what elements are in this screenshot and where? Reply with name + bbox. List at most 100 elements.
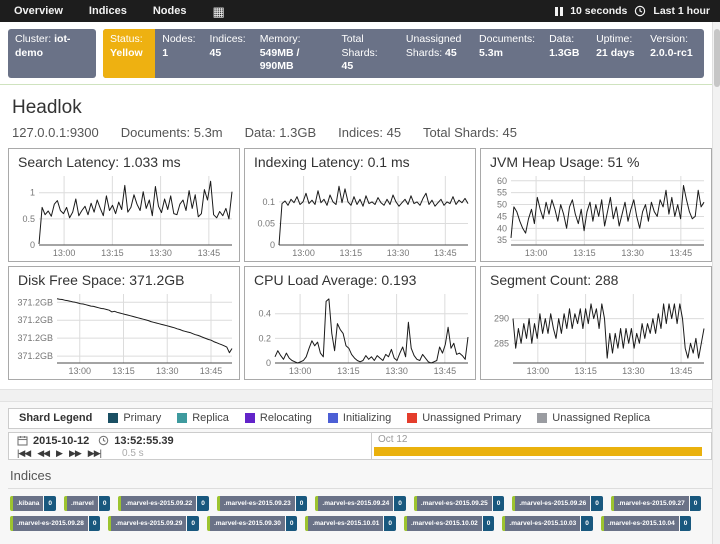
svg-text:13:00: 13:00 — [525, 248, 548, 258]
stat-value: Yellow — [110, 47, 143, 59]
shards-section: Shard Legend PrimaryReplicaRelocatingIni… — [0, 402, 720, 544]
cluster-stat-data: Data: 1.3GB — [542, 29, 589, 78]
svg-text:13:45: 13:45 — [670, 248, 693, 258]
chart-canvas-jvm-heap-usage: 35404550556013:0013:1513:3013:45 — [481, 170, 711, 260]
nav-tab-nodes[interactable]: Nodes — [153, 5, 187, 17]
horizontal-scroll-band[interactable] — [0, 389, 720, 402]
step-forward-button[interactable]: ▶▶ — [69, 448, 81, 459]
index-name: .marvel-es-2015.09.27 — [611, 496, 689, 511]
svg-text:0.1: 0.1 — [262, 197, 275, 207]
cluster-stat-status: Status: Yellow — [103, 29, 155, 78]
refresh-interval-button[interactable]: 10 seconds — [570, 5, 627, 17]
chart-title-indexing-latency: Indexing Latency: 0.1 ms — [245, 149, 475, 170]
index-name: .marvel-es-2015.09.24 — [315, 496, 393, 511]
index-badge-marvel-es-2015.09.30[interactable]: .marvel-es-2015.09.300 — [207, 516, 297, 531]
index-badge-marvel-es-2015.10.02[interactable]: .marvel-es-2015.10.020 — [404, 516, 494, 531]
nav-tab-indices[interactable]: Indices — [89, 5, 127, 17]
chart-title-segment-count: Segment Count: 288 — [481, 267, 711, 288]
index-badge-marvel-es-2015.09.23[interactable]: .marvel-es-2015.09.230 — [217, 496, 307, 511]
legend-item-unassigned-replica: Unassigned Replica — [537, 412, 650, 424]
skip-to-start-button[interactable]: |◀◀ — [17, 448, 30, 459]
svg-text:55: 55 — [497, 188, 507, 198]
node-stat-total-shards: Total Shards: 45 — [423, 125, 517, 140]
vertical-scrollbar[interactable] — [712, 22, 720, 544]
index-badge-marvel-es-2015.10.01[interactable]: .marvel-es-2015.10.010 — [305, 516, 395, 531]
svg-text:0.4: 0.4 — [258, 309, 271, 319]
index-name: .marvel-es-2015.09.22 — [118, 496, 196, 511]
node-stat-indices: Indices: 45 — [338, 125, 401, 140]
shard-legend-items: PrimaryReplicaRelocatingInitializingUnas… — [108, 412, 650, 424]
cluster-stats-box: Status: YellowNodes: 1Indices: 45Memory:… — [103, 29, 704, 78]
stat-label: Indices: — [210, 33, 246, 45]
index-badge-marvel-es-2015.09.24[interactable]: .marvel-es-2015.09.240 — [315, 496, 405, 511]
svg-text:45: 45 — [497, 211, 507, 221]
time-range-button[interactable]: Last 1 hour — [653, 5, 710, 17]
scrubber-time[interactable]: 13:52:55.39 — [114, 435, 173, 447]
scrollbar-thumb[interactable] — [714, 29, 720, 87]
playback-speed[interactable]: 0.5 s — [122, 448, 144, 459]
svg-text:13:00: 13:00 — [53, 248, 76, 258]
cluster-stat-memory: Memory: 549MB / 990MB — [253, 29, 335, 78]
svg-text:290: 290 — [494, 314, 509, 324]
node-stat-documents: Documents: 5.3m — [121, 125, 223, 140]
play-button[interactable]: ▶ — [56, 448, 62, 459]
stat-label: Uptime: — [596, 33, 632, 45]
svg-text:13:45: 13:45 — [198, 248, 221, 258]
svg-text:1: 1 — [30, 188, 35, 198]
pause-button[interactable] — [555, 7, 563, 16]
cluster-stat-unassigned-shards: Unassigned Shards: 45 — [399, 29, 472, 78]
svg-text:13:30: 13:30 — [149, 248, 172, 258]
index-badge-marvel-es-2015.09.29[interactable]: .marvel-es-2015.09.290 — [108, 516, 198, 531]
svg-text:13:45: 13:45 — [434, 366, 457, 376]
svg-text:13:00: 13:00 — [292, 248, 315, 258]
index-name: .marvel — [64, 496, 98, 511]
cluster-stat-version: Version: 2.0.0-rc1 — [643, 29, 704, 78]
legend-swatch-icon — [177, 413, 187, 423]
stat-label: Total Shards: — [342, 33, 378, 59]
apps-grid-icon[interactable]: ▦ — [212, 5, 224, 18]
stat-label: Memory: — [260, 33, 301, 45]
svg-text:13:45: 13:45 — [434, 248, 457, 258]
index-badge-marvel-es-2015.10.04[interactable]: .marvel-es-2015.10.040 — [601, 516, 691, 531]
legend-swatch-icon — [328, 413, 338, 423]
time-scrubber: 2015-10-12 13:52:55.39 |◀◀◀◀▶▶▶▶▶| 0.5 s… — [8, 432, 712, 460]
index-name: .marvel-es-2015.10.04 — [601, 516, 679, 531]
index-badge-marvel-es-2015.09.26[interactable]: .marvel-es-2015.09.260 — [512, 496, 602, 511]
index-badge-marvel-es-2015.10.03[interactable]: .marvel-es-2015.10.030 — [502, 516, 592, 531]
index-shard-count: 0 — [680, 516, 692, 531]
index-shard-count: 0 — [296, 496, 308, 511]
nav-tab-overview[interactable]: Overview — [14, 5, 63, 17]
index-badge-kibana[interactable]: .kibana0 — [10, 496, 56, 511]
index-badge-marvel-es-2015.09.25[interactable]: .marvel-es-2015.09.250 — [414, 496, 504, 511]
step-back-button[interactable]: ◀◀ — [37, 448, 49, 459]
cluster-stat-documents: Documents: 5.3m — [472, 29, 542, 78]
cluster-label: Cluster: — [15, 33, 51, 45]
legend-item-initializing: Initializing — [328, 412, 391, 424]
skip-to-end-button[interactable]: ▶▶| — [88, 448, 101, 459]
chart-search-latency: Search Latency: 1.033 ms00.5113:0013:151… — [8, 148, 240, 262]
index-badge-marvel[interactable]: .marvel0 — [64, 496, 110, 511]
index-name: .marvel-es-2015.09.26 — [512, 496, 590, 511]
index-shard-count: 0 — [99, 496, 111, 511]
index-shard-count: 0 — [690, 496, 702, 511]
index-badge-marvel-es-2015.09.27[interactable]: .marvel-es-2015.09.270 — [611, 496, 701, 511]
stat-value: 5.3m — [479, 47, 503, 59]
chart-disk-free-space: Disk Free Space: 371.2GB371.2GB371.2GB37… — [8, 266, 240, 380]
index-shard-count: 0 — [197, 496, 209, 511]
scrubber-date[interactable]: 2015-10-12 — [33, 435, 89, 447]
legend-swatch-icon — [108, 413, 118, 423]
svg-text:13:30: 13:30 — [621, 248, 644, 258]
svg-text:0.2: 0.2 — [258, 333, 271, 343]
index-shard-count: 0 — [187, 516, 199, 531]
timeline-bar[interactable] — [374, 447, 702, 456]
chart-title-cpu-load-average: CPU Load Average: 0.193 — [245, 267, 475, 288]
playback-controls: |◀◀◀◀▶▶▶▶▶| 0.5 s — [17, 448, 363, 460]
stat-label: Documents: — [479, 33, 535, 45]
index-shard-count: 0 — [89, 516, 101, 531]
chart-cpu-load-average: CPU Load Average: 0.19300.20.413:0013:15… — [244, 266, 476, 380]
chart-canvas-cpu-load-average: 00.20.413:0013:1513:3013:45 — [245, 288, 475, 378]
index-badge-marvel-es-2015.09.22[interactable]: .marvel-es-2015.09.220 — [118, 496, 208, 511]
chart-segment-count: Segment Count: 28828529013:0013:1513:301… — [480, 266, 712, 380]
index-badge-marvel-es-2015.09.28[interactable]: .marvel-es-2015.09.280 — [10, 516, 100, 531]
legend-swatch-icon — [537, 413, 547, 423]
